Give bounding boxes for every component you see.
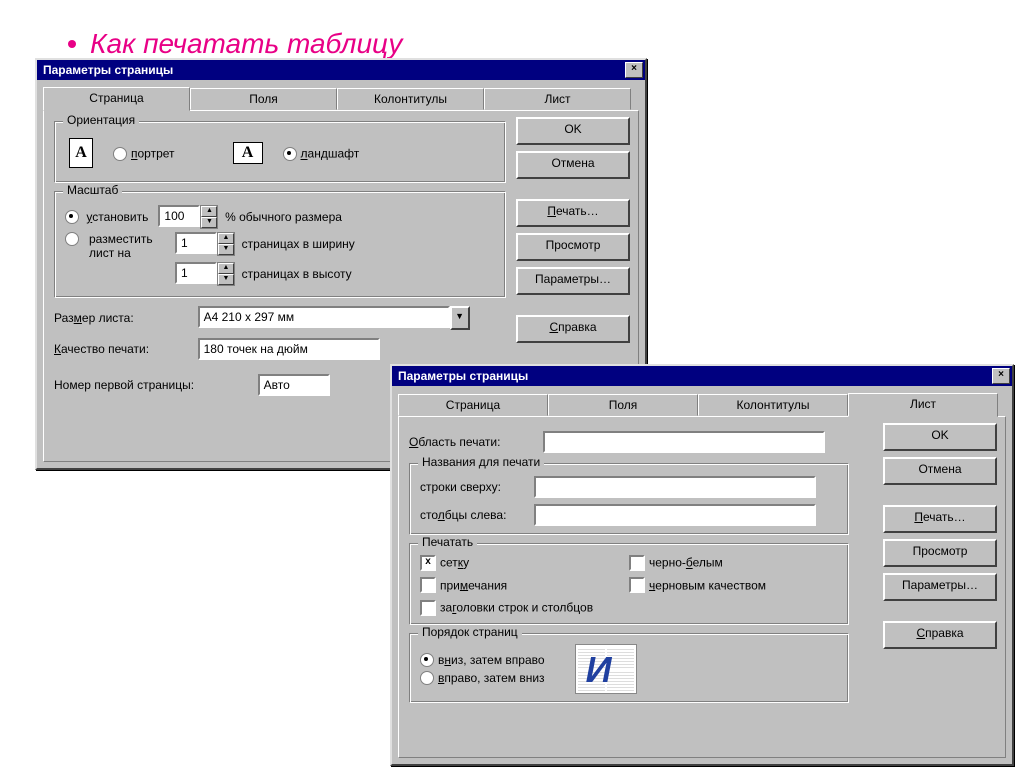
cols-left-input[interactable] bbox=[534, 504, 816, 526]
portrait-icon: A bbox=[69, 138, 93, 168]
first-page-input[interactable]: Авто bbox=[258, 374, 330, 396]
help-button[interactable]: Справка bbox=[883, 621, 997, 649]
tab-margins[interactable]: Поля bbox=[548, 394, 698, 416]
chevron-down-icon[interactable]: ▼ bbox=[450, 306, 470, 330]
paper-size-combo[interactable]: A4 210 x 297 мм ▼ bbox=[198, 306, 470, 330]
titlebar-text: Параметры страницы bbox=[398, 369, 528, 383]
bw-checkbox[interactable]: черно-белым bbox=[629, 554, 838, 571]
tab-strip: Страница Поля Колонтитулы Лист bbox=[43, 86, 639, 110]
print-button[interactable]: ППечать…ечать… bbox=[516, 199, 630, 227]
landscape-radio[interactable]: ландшафт bbox=[283, 145, 360, 161]
notes-checkbox[interactable]: примечания bbox=[420, 577, 629, 594]
headings-checkbox[interactable]: заголовки строк и столбцов bbox=[420, 599, 838, 616]
titlebar[interactable]: Параметры страницы × bbox=[37, 60, 645, 80]
draft-checkbox[interactable]: черновым качеством bbox=[629, 577, 838, 594]
tab-headerfooter[interactable]: Колонтитулы bbox=[337, 88, 484, 110]
ok-button[interactable]: OK bbox=[516, 117, 630, 145]
order-down-radio[interactable]: вниз, затем вправо bbox=[420, 652, 545, 667]
print-area-input[interactable] bbox=[543, 431, 825, 453]
titlebar-text: Параметры страницы bbox=[43, 63, 173, 77]
grid-checkbox[interactable]: сетку bbox=[420, 554, 629, 571]
preview-button[interactable]: Просмотр bbox=[883, 539, 997, 567]
tab-strip: Страница Поля Колонтитулы Лист bbox=[398, 392, 1006, 416]
ok-button[interactable]: OK bbox=[883, 423, 997, 451]
options-button[interactable]: Параметры… bbox=[516, 267, 630, 295]
scale-set-spinner[interactable]: 100 ▲▼ bbox=[158, 205, 218, 229]
print-titles-legend: Названия для печати bbox=[418, 455, 544, 469]
help-button[interactable]: Справка bbox=[516, 315, 630, 343]
order-over-radio[interactable]: вправо, затем вниз bbox=[420, 670, 545, 685]
cancel-button[interactable]: Отмена bbox=[883, 457, 997, 485]
landscape-icon: A bbox=[233, 142, 263, 164]
fit-tall-spinner[interactable]: 1 ▲▼ bbox=[175, 262, 235, 286]
cancel-button[interactable]: Отмена bbox=[516, 151, 630, 179]
orientation-legend: Ориентация bbox=[63, 113, 139, 127]
page-order-legend: Порядок страниц bbox=[418, 625, 522, 639]
portrait-radio[interactable]: портрет bbox=[113, 145, 175, 161]
close-icon[interactable]: × bbox=[625, 62, 643, 78]
print-button[interactable]: Печать… bbox=[883, 505, 997, 533]
tab-margins[interactable]: Поля bbox=[190, 88, 337, 110]
rows-top-label: строки сверху: bbox=[420, 480, 530, 494]
cols-left-label: столбцы слева: bbox=[420, 508, 530, 522]
tab-page[interactable]: Страница bbox=[398, 394, 548, 416]
page-setup-dialog-sheet: Параметры страницы × Страница Поля Колон… bbox=[390, 364, 1014, 766]
close-icon[interactable]: × bbox=[992, 368, 1010, 384]
tab-headerfooter[interactable]: Колонтитулы bbox=[698, 394, 848, 416]
print-group-legend: Печатать bbox=[418, 535, 477, 549]
preview-button[interactable]: Просмотр bbox=[516, 233, 630, 261]
fit-wide-spinner[interactable]: 1 ▲▼ bbox=[175, 232, 235, 256]
print-quality-combo[interactable]: 180 точек на дюйм bbox=[198, 338, 380, 360]
paper-size-label: Размер листа: bbox=[54, 311, 194, 325]
first-page-label: Номер первой страницы: bbox=[54, 378, 254, 392]
tab-sheet[interactable]: Лист bbox=[848, 393, 998, 417]
options-button[interactable]: Параметры… bbox=[883, 573, 997, 601]
print-quality-label: Качество печати: bbox=[54, 342, 194, 356]
tab-page[interactable]: Страница bbox=[43, 87, 190, 111]
button-column: OK Отмена ППечать…ечать… Просмотр Параме… bbox=[516, 117, 630, 349]
scale-set-radio[interactable]: установить 100 ▲▼ % обычного размера bbox=[65, 205, 495, 229]
scale-fit-radio[interactable]: разместитьлист на 1 ▲▼ страницах в ширин… bbox=[65, 232, 495, 286]
rows-top-input[interactable] bbox=[534, 476, 816, 498]
scale-legend: Масштаб bbox=[63, 183, 122, 197]
page-order-preview-icon: И bbox=[575, 644, 637, 694]
print-area-label: Область печати: bbox=[409, 435, 539, 449]
tab-sheet[interactable]: Лист bbox=[484, 88, 631, 110]
page-title: Как печатать таблицу bbox=[60, 28, 402, 60]
titlebar[interactable]: Параметры страницы × bbox=[392, 366, 1012, 386]
button-column: OK Отмена Печать… Просмотр Параметры… Сп… bbox=[883, 423, 997, 655]
